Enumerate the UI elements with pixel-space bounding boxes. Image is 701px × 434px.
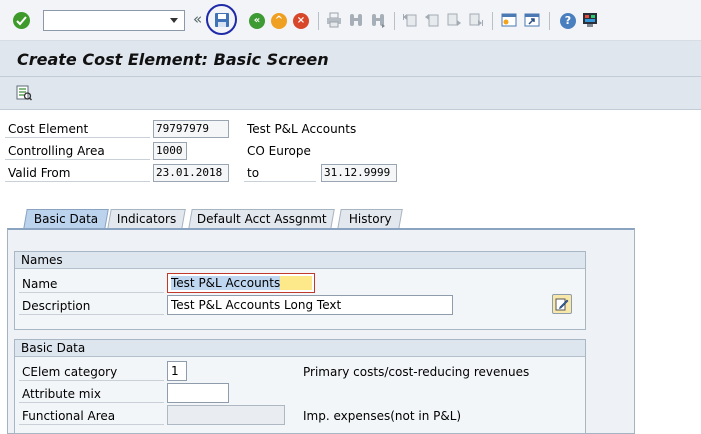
system-toolbar: « « ^ × ? bbox=[0, 0, 701, 41]
names-group-title: Names bbox=[15, 252, 585, 269]
cost-element-field: 79797979 bbox=[153, 120, 229, 138]
controlling-area-label: Controlling Area bbox=[5, 142, 150, 160]
valid-to-label: to bbox=[244, 164, 316, 182]
exit-icon[interactable]: ^ bbox=[271, 13, 287, 29]
find-icon[interactable] bbox=[348, 12, 364, 28]
cancel-glyph: × bbox=[296, 15, 306, 26]
cost-element-text: Test P&L Accounts bbox=[247, 122, 357, 136]
functional-area-text: Imp. expenses(not in P&L) bbox=[303, 409, 462, 423]
print-icon[interactable] bbox=[326, 12, 342, 28]
first-page-icon[interactable] bbox=[402, 12, 418, 28]
celem-category-input[interactable]: 1 bbox=[167, 361, 187, 381]
functional-area-label: Functional Area bbox=[19, 407, 164, 425]
shortcut-icon[interactable] bbox=[524, 12, 540, 28]
tab-indicators-label: Indicators bbox=[116, 212, 177, 226]
description-label: Description bbox=[19, 297, 164, 315]
toolbar-separator bbox=[394, 12, 395, 30]
chevron-down-icon[interactable] bbox=[170, 18, 178, 23]
description-input[interactable]: Test P&L Accounts Long Text bbox=[167, 295, 453, 315]
application-toolbar bbox=[0, 77, 701, 110]
celem-category-label: CElem category bbox=[19, 363, 164, 381]
ok-icon[interactable] bbox=[13, 12, 30, 29]
tab-default-acct-assgnmt[interactable]: Default Acct Assgnmt bbox=[188, 209, 335, 229]
command-field[interactable] bbox=[43, 10, 185, 31]
customize-layout-icon[interactable] bbox=[582, 12, 598, 28]
toolbar-separator bbox=[549, 12, 550, 30]
name-input-value: Test P&L Accounts bbox=[171, 276, 313, 290]
edit-icon bbox=[555, 298, 569, 311]
name-label: Name bbox=[19, 275, 164, 293]
save-icon[interactable] bbox=[214, 12, 230, 28]
edit-long-text-button[interactable] bbox=[552, 294, 572, 314]
toolbar-separator bbox=[492, 12, 493, 30]
controlling-area-field: 1000 bbox=[153, 142, 187, 160]
cost-element-label: Cost Element bbox=[5, 120, 150, 138]
basic-data-group-title: Basic Data bbox=[15, 340, 585, 357]
last-page-icon[interactable] bbox=[468, 12, 484, 28]
tab-basic-data[interactable]: Basic Data bbox=[23, 209, 109, 229]
tab-history-label: History bbox=[348, 212, 392, 226]
celem-category-text: Primary costs/cost-reducing revenues bbox=[303, 365, 530, 379]
valid-from-label: Valid From bbox=[5, 164, 150, 182]
exit-glyph: ^ bbox=[274, 15, 284, 26]
display-change-icon[interactable] bbox=[16, 85, 33, 101]
cancel-icon[interactable]: × bbox=[293, 13, 309, 29]
attribute-mix-input[interactable] bbox=[167, 383, 229, 403]
title-bar: Create Cost Element: Basic Screen bbox=[0, 41, 701, 77]
valid-from-field: 23.01.2018 bbox=[153, 164, 229, 182]
collapse-icon[interactable]: « bbox=[193, 11, 202, 27]
functional-area-input bbox=[167, 405, 285, 425]
controlling-area-text: CO Europe bbox=[247, 144, 311, 158]
tab-history[interactable]: History bbox=[337, 209, 403, 229]
page-title: Create Cost Element: Basic Screen bbox=[17, 50, 329, 69]
find-next-icon[interactable] bbox=[370, 12, 386, 28]
tab-basic-data-label: Basic Data bbox=[33, 212, 99, 226]
attribute-mix-label: Attribute mix bbox=[19, 385, 164, 403]
help-icon[interactable]: ? bbox=[560, 13, 576, 29]
valid-to-field: 31.12.9999 bbox=[321, 164, 397, 182]
toolbar-separator bbox=[318, 12, 319, 30]
name-input[interactable]: Test P&L Accounts bbox=[167, 273, 315, 293]
previous-page-icon[interactable] bbox=[424, 12, 440, 28]
back-glyph: « bbox=[253, 15, 261, 26]
name-input-selection: Test P&L Accounts bbox=[171, 276, 281, 290]
tab-default-acct-assgnmt-label: Default Acct Assgnmt bbox=[196, 212, 327, 226]
back-icon[interactable]: « bbox=[249, 13, 265, 29]
tab-indicators[interactable]: Indicators bbox=[107, 209, 186, 229]
create-session-icon[interactable] bbox=[501, 12, 517, 28]
next-page-icon[interactable] bbox=[446, 12, 462, 28]
